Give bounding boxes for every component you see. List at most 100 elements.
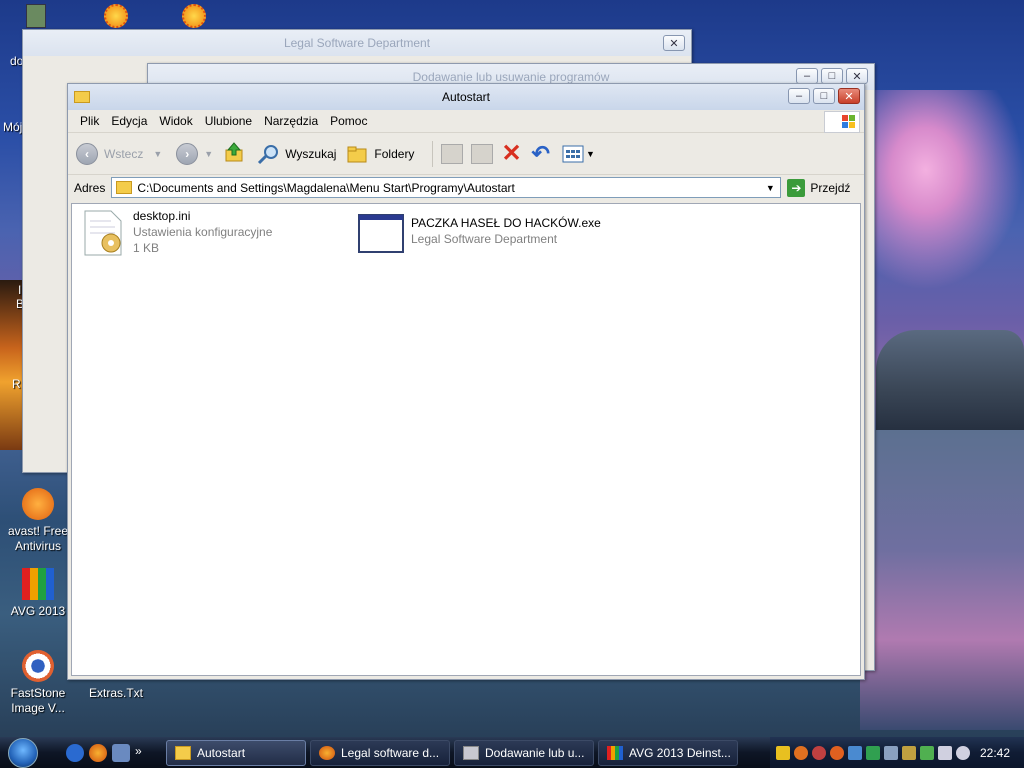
minimize-button[interactable]: –: [796, 68, 818, 84]
task-label: Dodawanie lub u...: [485, 745, 585, 760]
folder-icon: [116, 181, 133, 194]
wallpaper-sky-glow: [860, 90, 1024, 290]
settings-file-icon: [84, 210, 122, 256]
maximize-button[interactable]: □: [821, 68, 843, 84]
folders-button[interactable]: Foldery: [346, 144, 414, 164]
eye-icon: [22, 650, 54, 682]
folder-icon: [175, 745, 191, 760]
shield-icon[interactable]: [776, 745, 790, 760]
address-dropdown-icon[interactable]: ▼: [762, 179, 778, 196]
back-button[interactable]: ‹ Wstecz: [76, 142, 144, 165]
desktop-icon-label: avast! Free Antivirus: [7, 524, 69, 553]
address-label: Adres: [74, 180, 106, 195]
menu-item-pomoc[interactable]: Pomoc: [324, 114, 373, 128]
list-item[interactable]: PACZKA HASEŁ DO HACKÓW.exe Legal Softwar…: [357, 214, 601, 254]
minimize-button[interactable]: –: [788, 88, 810, 104]
sun-icon[interactable]: [104, 4, 128, 28]
wifi-icon[interactable]: [956, 745, 970, 760]
menu-item-narzedzia[interactable]: Narzędzia: [258, 114, 324, 128]
avg-icon: [22, 568, 54, 600]
volume-icon[interactable]: [938, 745, 952, 760]
folders-label: Foldery: [374, 146, 415, 161]
sun-icon-2[interactable]: [182, 4, 206, 28]
menu-item-ulubione[interactable]: Ulubione: [199, 114, 258, 128]
start-button[interactable]: [0, 737, 46, 768]
copy-to-icon[interactable]: [471, 143, 494, 164]
toolbar-separator: [432, 140, 434, 167]
tool-icon[interactable]: [902, 745, 916, 760]
back-dropdown-icon[interactable]: ▼: [153, 149, 162, 159]
file-type: Legal Software Department: [411, 232, 558, 246]
avg-tray-icon[interactable]: [866, 745, 880, 760]
search-icon: [258, 144, 279, 164]
ie-icon[interactable]: [66, 743, 84, 762]
forward-dropdown-icon[interactable]: ▼: [204, 149, 213, 159]
menu-item-plik[interactable]: Plik: [74, 114, 105, 128]
close-button[interactable]: ✕: [663, 35, 685, 51]
exe-window-icon: [358, 214, 404, 253]
desktop-icon-label: Extras.Txt: [88, 686, 143, 700]
search-label: Wyszukaj: [285, 146, 337, 161]
standard-toolbar: ‹ Wstecz ▼ › ▼ Wyszukaj Foldery ✕ ↶ ▼: [68, 132, 864, 174]
folder-icon: [74, 91, 90, 103]
wallpaper-water: [860, 430, 1024, 730]
window-title: Autostart: [441, 90, 491, 104]
desktop-partial-label-b1: I: [18, 283, 22, 297]
undo-icon[interactable]: ↶: [532, 141, 550, 167]
views-button[interactable]: ▼: [562, 145, 595, 163]
desktop-icon-avg[interactable]: AVG 2013: [2, 568, 74, 619]
desktop-icon-top-partial[interactable]: [26, 4, 46, 28]
forward-button[interactable]: ›: [176, 142, 199, 165]
window-titlebar[interactable]: Legal Software Department ✕: [23, 30, 691, 56]
avast-tray-icon[interactable]: [794, 745, 808, 760]
taskbar-button-autostart[interactable]: Autostart: [166, 739, 306, 766]
window-explorer-autostart[interactable]: Autostart – □ ✕ Plik Edycja Widok Ulubio…: [67, 83, 865, 680]
system-tray: 22:42: [770, 737, 1024, 768]
address-value: C:\Documents and Settings\Magdalena\Menu…: [137, 180, 515, 195]
move-to-icon[interactable]: [441, 143, 464, 164]
menu-item-edycja[interactable]: Edycja: [105, 114, 153, 128]
avast-icon: [22, 488, 54, 520]
views-dropdown-icon: ▼: [585, 148, 595, 159]
taskbar-button-avg-uninstall[interactable]: AVG 2013 Deinst...: [598, 739, 738, 766]
window-titlebar[interactable]: Autostart – □ ✕: [68, 84, 864, 110]
address-input[interactable]: C:\Documents and Settings\Magdalena\Menu…: [111, 177, 782, 198]
back-label: Wstecz: [104, 146, 144, 161]
usb-icon[interactable]: [884, 745, 898, 760]
file-list[interactable]: desktop.ini Ustawienia konfiguracyjne 1 …: [71, 203, 861, 676]
menu-bar: Plik Edycja Widok Ulubione Narzędzia Pom…: [68, 110, 864, 133]
menu-item-widok[interactable]: Widok: [153, 114, 198, 128]
wallpaper-rocks: [876, 330, 1024, 430]
network-icon[interactable]: [848, 745, 862, 760]
close-button[interactable]: ✕: [846, 68, 868, 84]
window-title: Legal Software Department: [283, 36, 431, 50]
desktop-icon-avast[interactable]: avast! Free Antivirus: [2, 488, 74, 554]
gear-icon[interactable]: [812, 745, 826, 760]
list-item[interactable]: desktop.ini Ustawienia konfiguracyjne 1 …: [81, 209, 272, 257]
close-button[interactable]: ✕: [838, 88, 860, 104]
clock[interactable]: 22:42: [980, 746, 1010, 760]
back-arrow-icon: ‹: [76, 142, 98, 165]
file-name: desktop.ini: [133, 209, 191, 223]
window-title: Dodawanie lub usuwanie programów: [412, 70, 610, 84]
taskbar-button-legal-software[interactable]: Legal software d...: [310, 739, 450, 766]
quicklaunch-more[interactable]: »: [135, 744, 142, 762]
update-icon[interactable]: [830, 745, 844, 760]
desktop-icon-extras[interactable]: Extras.Txt: [80, 686, 152, 701]
up-folder-button[interactable]: [223, 141, 245, 166]
views-icon: [562, 145, 584, 162]
taskbar-button-add-remove[interactable]: Dodawanie lub u...: [454, 739, 594, 766]
firefox-icon[interactable]: [89, 743, 107, 762]
battery-icon[interactable]: [920, 745, 934, 760]
file-name: PACZKA HASEŁ DO HACKÓW.exe: [411, 216, 601, 230]
desktop-icon-label: AVG 2013: [10, 604, 66, 618]
control-panel-icon: [463, 745, 479, 760]
delete-icon[interactable]: ✕: [501, 141, 521, 165]
maximize-button[interactable]: □: [813, 88, 835, 104]
search-button[interactable]: Wyszukaj: [257, 143, 336, 165]
windows-logo-icon: [824, 111, 860, 133]
desktop-icon-faststone[interactable]: FastStone Image V...: [2, 650, 74, 716]
go-button[interactable]: ➔ Przejdź: [787, 178, 850, 197]
show-desktop-icon[interactable]: [112, 743, 130, 762]
file-type: Ustawienia konfiguracyjne: [133, 225, 273, 239]
